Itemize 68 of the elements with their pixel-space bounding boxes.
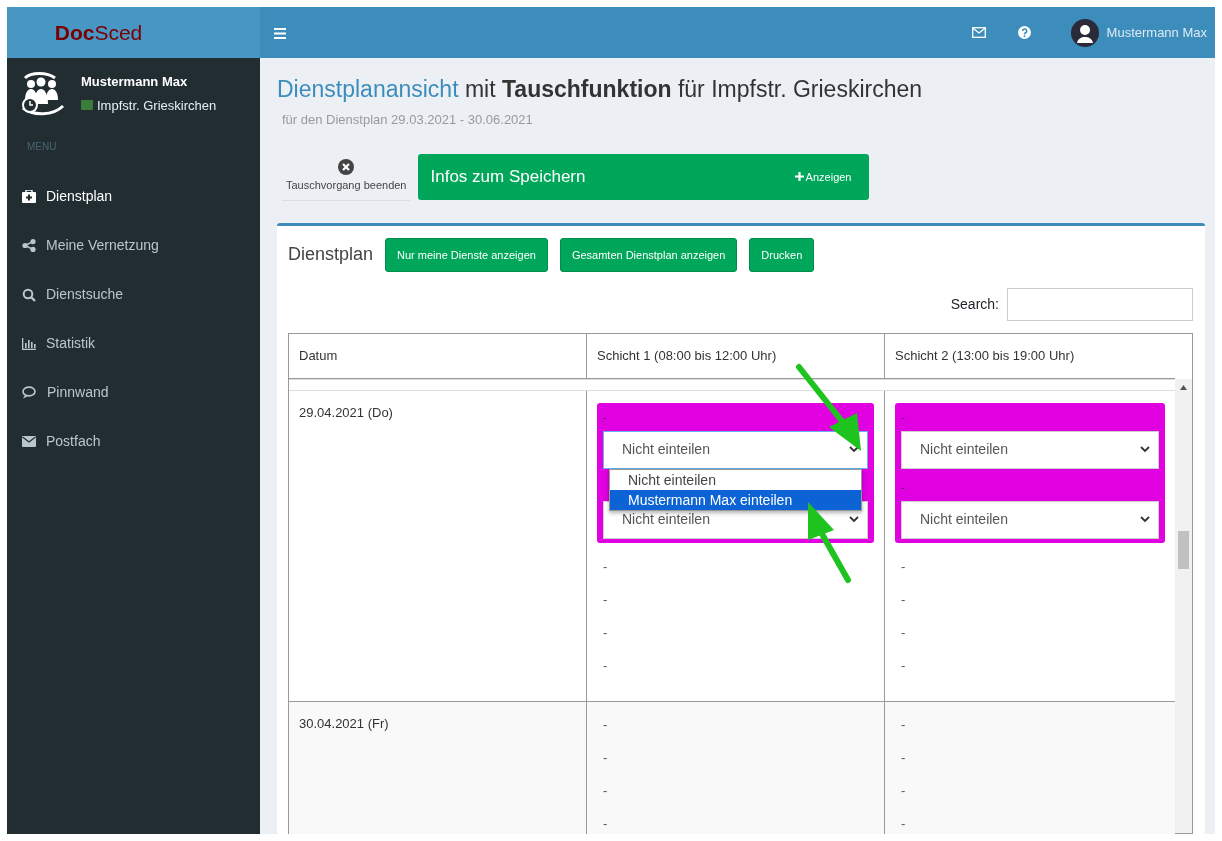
column-header: Schicht 1 (08:00 bis 12:00 Uhr) [587, 334, 885, 378]
shift-entry: - [901, 558, 906, 574]
assignment-select[interactable]: Nicht einteilen [901, 430, 1159, 469]
sidebar-item[interactable]: Pinnwand [7, 368, 260, 417]
chevron-down-icon [1140, 446, 1150, 454]
assignment-select[interactable]: Nicht einteilen [603, 430, 868, 469]
envelope-icon [22, 436, 36, 447]
shift-entry: - [603, 716, 608, 732]
sidebar-item[interactable]: Statistik [7, 319, 260, 368]
page-subtitle: für den Dienstplan 29.03.2021 - 30.06.2021 [282, 110, 534, 129]
medkit-icon [22, 190, 36, 203]
search-icon [22, 287, 36, 302]
location-status-icon [81, 100, 93, 111]
shift-entry: - [603, 591, 608, 607]
speech-bubble-icon [22, 386, 37, 399]
plus-icon [794, 172, 804, 182]
column-header: Schicht 2 (13:00 bis 19:00 Uhr) [894, 347, 1076, 366]
scrollbar[interactable] [1175, 378, 1192, 833]
search-label: Search: [950, 295, 999, 315]
sidebar-item[interactable]: Meine Vernetzung [7, 221, 260, 270]
shift-entry: - [603, 782, 608, 798]
share-icon [22, 239, 36, 252]
shift-entry: - [603, 749, 608, 765]
app-logo-text: DocSced [54, 19, 143, 46]
page-title: Dienstplanansicht mit Tauschfunktion für Impfstr. Grieskirchen [277, 76, 924, 104]
shift-entry: - [901, 657, 906, 673]
dropdown-option[interactable]: Nicht einteilen [610, 469, 861, 490]
shift-entry: - [603, 558, 608, 574]
end-swap-button[interactable]: Tauschvorgang beenden [282, 153, 411, 201]
assignment-select[interactable]: Nicht einteilen [901, 500, 1159, 539]
slot-label: - [901, 410, 905, 423]
avatar-icon [1070, 18, 1099, 47]
location-name: Impfstr. Grieskirchen [97, 96, 217, 115]
shift-entry: - [901, 782, 906, 798]
info-box-title: Infos zum Speichern [430, 166, 586, 189]
chevron-down-icon [849, 446, 859, 454]
sidebar-item[interactable]: Dienstsuche [7, 270, 260, 319]
menu-heading: MENU [26, 140, 58, 154]
sidebar-item[interactable]: Postfach [7, 417, 260, 466]
shift-entry: - [901, 591, 906, 607]
chevron-down-icon [1140, 516, 1150, 524]
search-field[interactable] [1007, 288, 1193, 322]
shift-entry: - [603, 624, 608, 640]
slot-label: - [901, 480, 905, 493]
shift-entry: - [901, 749, 906, 765]
sidebar-item[interactable]: Dienstplan [7, 172, 260, 221]
shift-entry: - [901, 815, 906, 831]
scroll-up-icon [1180, 384, 1187, 390]
column-header: Datum [289, 334, 587, 378]
date-cell: 29.04.2021 (Do) [299, 404, 393, 420]
shift-entry: - [901, 716, 906, 732]
panel-title: Dienstplan [288, 243, 374, 267]
shift-entry: - [901, 624, 906, 640]
bar-chart-icon [22, 337, 36, 350]
dropdown-option[interactable]: Mustermann Max einteilen [610, 489, 861, 510]
help-button[interactable] [1017, 26, 1031, 39]
date-cell: 30.04.2021 (Fr) [299, 715, 389, 731]
menu-icon [274, 27, 286, 39]
mail-button[interactable] [971, 27, 986, 38]
help-icon [1017, 26, 1031, 39]
shift-entry: - [603, 657, 608, 673]
scrollbar-thumb[interactable] [1178, 530, 1189, 569]
chevron-down-icon [849, 516, 859, 524]
slot-label: - [603, 410, 607, 423]
user-name: Mustermann Max [81, 73, 189, 91]
shift-entry: - [603, 815, 608, 831]
close-icon [338, 159, 355, 176]
envelope-icon [971, 27, 986, 38]
